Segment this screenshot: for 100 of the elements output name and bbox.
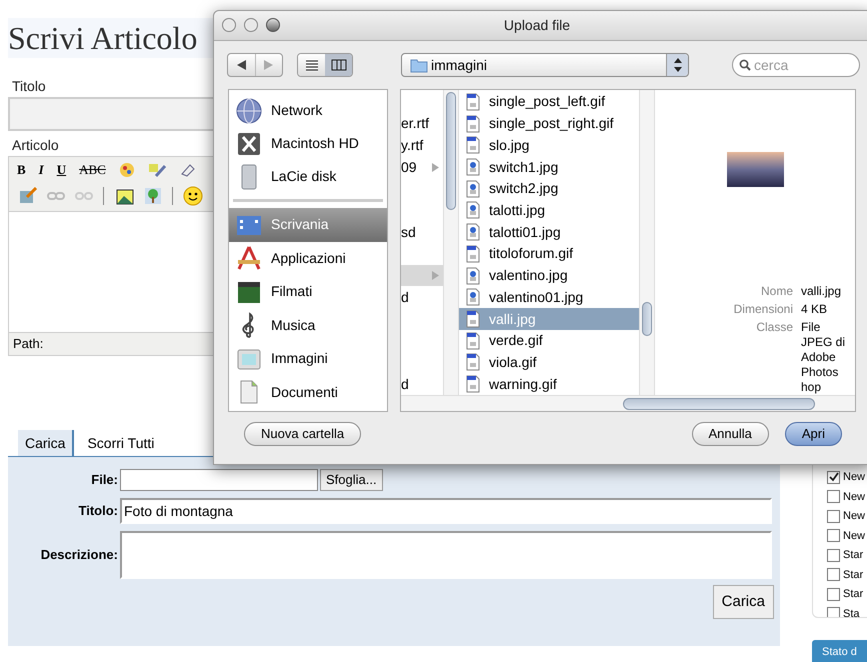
minimize-button[interactable]	[244, 18, 258, 32]
file-row[interactable]: valentino01.jpg	[459, 286, 639, 308]
field-label: Articolo	[12, 136, 59, 155]
info-value: 4 KB	[801, 302, 828, 317]
horizontal-scrollbar[interactable]	[401, 395, 855, 411]
path-label: Path:	[12, 335, 44, 353]
search-input[interactable]: cerca	[754, 54, 844, 76]
location-popup[interactable]: immagini	[401, 53, 689, 77]
checkbox[interactable]	[827, 470, 840, 484]
checkbox[interactable]	[827, 510, 840, 523]
title-input[interactable]: Foto di montagna	[120, 498, 772, 524]
file-name: d	[401, 288, 409, 307]
file-row[interactable]: single_post_left.gif	[459, 91, 639, 113]
checkbox[interactable]	[827, 529, 840, 542]
new-folder-button[interactable]: Nuova cartella	[244, 422, 362, 446]
zoom-button[interactable]	[266, 18, 280, 32]
tree-image-icon[interactable]	[144, 187, 162, 205]
globe-icon	[235, 96, 263, 124]
file-row[interactable]: switch1.jpg	[459, 156, 639, 178]
open-button[interactable]: Apri	[784, 422, 842, 446]
sidebar-item[interactable]: LaCie disk	[229, 160, 387, 193]
folder-row[interactable]: 09	[401, 156, 443, 178]
file-name: d	[401, 374, 409, 394]
cancel-button[interactable]: Annulla	[692, 422, 769, 446]
file-row[interactable]: verde.gif	[459, 330, 639, 352]
folder-row[interactable]: er.rtf	[401, 112, 443, 134]
file-row[interactable]: warning.gif	[459, 373, 639, 395]
list-view-button[interactable]	[298, 54, 325, 76]
close-button[interactable]	[222, 18, 236, 32]
file-row[interactable]: valentino.jpg	[459, 264, 639, 286]
search-icon	[739, 59, 751, 71]
sidebar-item[interactable]: Musica	[229, 308, 387, 342]
sidebar-item[interactable]: Scrivania	[229, 208, 387, 242]
file-row[interactable]: slo.jpg	[459, 134, 639, 156]
image-file-icon	[465, 353, 481, 372]
bold-button[interactable]: B	[17, 160, 26, 180]
file-name: 09	[401, 158, 417, 177]
back-forward-control[interactable]	[227, 53, 283, 77]
column-view-button[interactable]	[325, 54, 352, 76]
sidebar-item[interactable]: Immagini	[229, 342, 387, 376]
info-label: Nome	[760, 284, 793, 299]
photo-file-icon	[465, 158, 481, 176]
sidebar-item[interactable]: Network	[229, 94, 387, 127]
field-label: Titolo:	[78, 502, 118, 520]
folder-row[interactable]: y.rtf	[401, 134, 443, 156]
image-icon[interactable]	[114, 187, 134, 205]
field-label: Descrizione:	[40, 546, 118, 564]
edit-icon[interactable]	[19, 187, 37, 205]
checkbox[interactable]	[827, 490, 840, 504]
checkbox[interactable]	[827, 568, 840, 582]
italic-button[interactable]: I	[38, 160, 44, 180]
checkbox-label: New	[843, 528, 866, 544]
checkbox-label: Star	[843, 587, 864, 602]
file-field[interactable]	[120, 469, 318, 491]
back-icon[interactable]	[236, 60, 246, 70]
checkbox[interactable]	[827, 548, 840, 562]
image-file-icon	[465, 136, 481, 154]
file-row[interactable]: single_post_right.gif	[459, 112, 639, 134]
browse-button[interactable]: Sfoglia...	[320, 469, 383, 491]
file-row[interactable]: titoloforum.gif	[459, 243, 639, 265]
sidebar-item[interactable]: Macintosh HD	[229, 127, 387, 160]
file-row[interactable]: switch2.jpg	[459, 178, 639, 200]
file-row[interactable]: talotti.jpg	[459, 200, 639, 222]
image-file-icon	[465, 244, 481, 263]
tab[interactable]: Carica	[18, 430, 74, 456]
sidebar-item[interactable]: Filmati	[229, 275, 387, 308]
scrollbar[interactable]	[443, 90, 459, 395]
palette-icon[interactable]	[118, 162, 135, 178]
checkbox-label: New	[843, 509, 866, 524]
search-field[interactable]: cerca	[732, 53, 860, 77]
checkbox-label: New	[843, 490, 866, 504]
checkbox-label: Sta	[843, 606, 860, 617]
folder-row[interactable]: sd	[401, 221, 443, 244]
sidebar-item[interactable]: Applicazioni	[229, 242, 387, 275]
upload-button[interactable]: Carica	[712, 585, 774, 619]
field-label: Titolo	[12, 77, 46, 96]
file-row[interactable]: viola.gif	[459, 352, 639, 374]
location-label: immagini	[431, 56, 488, 75]
photo-file-icon	[465, 180, 481, 198]
image-file-icon	[465, 92, 481, 111]
checkbox-label: Star	[843, 568, 864, 582]
folder-row[interactable]	[401, 264, 443, 286]
strike-button[interactable]: ABC	[79, 160, 106, 180]
underline-button[interactable]: U	[56, 160, 66, 180]
pencil-icon[interactable]	[148, 162, 166, 178]
description-field[interactable]	[120, 531, 772, 579]
checkbox[interactable]	[827, 588, 840, 601]
folder-row[interactable]: d	[401, 286, 443, 308]
image-file-icon	[465, 332, 481, 350]
checkbox[interactable]	[827, 607, 840, 617]
folder-row[interactable]: d	[401, 373, 443, 395]
smiley-icon[interactable]	[183, 186, 203, 206]
eraser-icon[interactable]	[178, 162, 195, 178]
status-button[interactable]: Stato d	[812, 640, 867, 662]
file-row[interactable]: talotti01.jpg	[459, 221, 639, 244]
popup-arrows-icon	[674, 58, 682, 72]
info-value: File JPEG di Adobe Photos hop	[801, 320, 846, 395]
sidebar-item[interactable]: Documenti	[229, 376, 387, 409]
scrollbar[interactable]	[639, 90, 655, 395]
photo-file-icon	[465, 223, 481, 242]
